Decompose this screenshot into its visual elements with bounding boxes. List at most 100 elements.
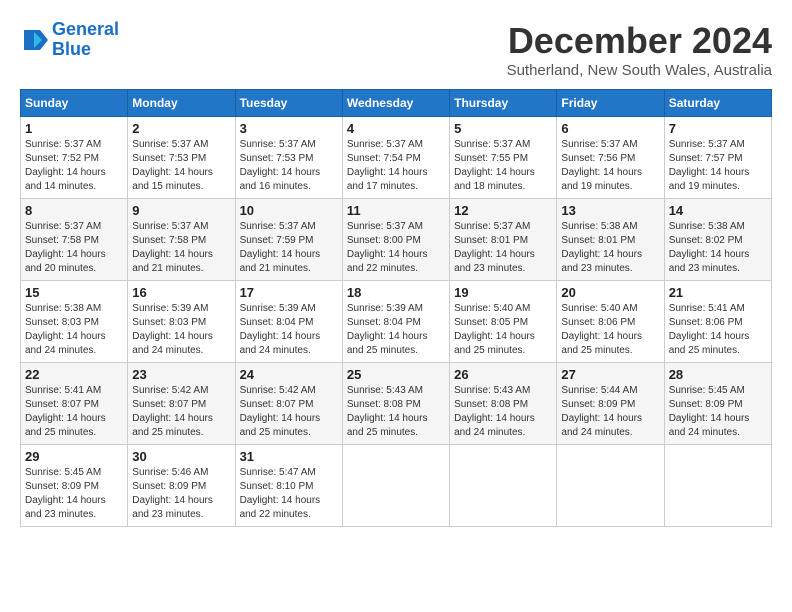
day-info: Sunrise: 5:37 AM Sunset: 8:01 PM Dayligh… — [454, 220, 552, 276]
day-number: 6 — [561, 121, 659, 136]
day-info: Sunrise: 5:38 AM Sunset: 8:01 PM Dayligh… — [561, 220, 659, 276]
day-number: 7 — [669, 121, 767, 136]
day-number: 11 — [347, 203, 445, 218]
day-info: Sunrise: 5:37 AM Sunset: 7:54 PM Dayligh… — [347, 138, 445, 194]
day-number: 23 — [132, 367, 230, 382]
header-monday: Monday — [128, 90, 235, 117]
day-info: Sunrise: 5:37 AM Sunset: 7:53 PM Dayligh… — [240, 138, 338, 194]
location: Sutherland, New South Wales, Australia — [507, 62, 772, 79]
calendar-cell: 2 Sunrise: 5:37 AM Sunset: 7:53 PM Daylig… — [128, 117, 235, 199]
calendar-cell: 16 Sunrise: 5:39 AM Sunset: 8:03 PM Dayli… — [128, 281, 235, 363]
day-info: Sunrise: 5:37 AM Sunset: 8:00 PM Dayligh… — [347, 220, 445, 276]
week-row-4: 22 Sunrise: 5:41 AM Sunset: 8:07 PM Dayli… — [21, 363, 772, 445]
day-info: Sunrise: 5:39 AM Sunset: 8:03 PM Dayligh… — [132, 302, 230, 358]
day-info: Sunrise: 5:37 AM Sunset: 7:52 PM Dayligh… — [25, 138, 123, 194]
calendar-cell: 5 Sunrise: 5:37 AM Sunset: 7:55 PM Daylig… — [450, 117, 557, 199]
day-number: 29 — [25, 449, 123, 464]
header-wednesday: Wednesday — [342, 90, 449, 117]
calendar-cell: 25Sunrise: 5:43 AM Sunset: 8:08 PM Dayli… — [342, 363, 449, 445]
day-info: Sunrise: 5:41 AM Sunset: 8:07 PM Dayligh… — [25, 384, 123, 440]
header-sunday: Sunday — [21, 90, 128, 117]
day-info: Sunrise: 5:38 AM Sunset: 8:02 PM Dayligh… — [669, 220, 767, 276]
day-info: Sunrise: 5:39 AM Sunset: 8:04 PM Dayligh… — [347, 302, 445, 358]
day-info: Sunrise: 5:40 AM Sunset: 8:05 PM Dayligh… — [454, 302, 552, 358]
day-info: Sunrise: 5:44 AM Sunset: 8:09 PM Dayligh… — [561, 384, 659, 440]
day-number: 20 — [561, 285, 659, 300]
calendar-cell — [664, 445, 771, 527]
week-row-3: 15Sunrise: 5:38 AM Sunset: 8:03 PM Dayli… — [21, 281, 772, 363]
calendar-cell: 13 Sunrise: 5:38 AM Sunset: 8:01 PM Dayli… — [557, 199, 664, 281]
day-number: 13 — [561, 203, 659, 218]
day-info: Sunrise: 5:37 AM Sunset: 7:58 PM Dayligh… — [25, 220, 123, 276]
week-row-1: 1 Sunrise: 5:37 AM Sunset: 7:52 PM Daylig… — [21, 117, 772, 199]
day-number: 14 — [669, 203, 767, 218]
day-info: Sunrise: 5:45 AM Sunset: 8:09 PM Dayligh… — [669, 384, 767, 440]
day-number: 24 — [240, 367, 338, 382]
day-number: 26 — [454, 367, 552, 382]
day-number: 12 — [454, 203, 552, 218]
day-number: 1 — [25, 121, 123, 136]
day-info: Sunrise: 5:37 AM Sunset: 7:53 PM Dayligh… — [132, 138, 230, 194]
calendar-cell: 30 Sunrise: 5:46 AM Sunset: 8:09 PM Dayli… — [128, 445, 235, 527]
calendar-cell: 7 Sunrise: 5:37 AM Sunset: 7:57 PM Daylig… — [664, 117, 771, 199]
logo: General Blue — [20, 20, 119, 60]
calendar-cell: 24 Sunrise: 5:42 AM Sunset: 8:07 PM Dayli… — [235, 363, 342, 445]
day-info: Sunrise: 5:42 AM Sunset: 8:07 PM Dayligh… — [240, 384, 338, 440]
day-number: 25 — [347, 367, 445, 382]
calendar-cell: 9 Sunrise: 5:37 AM Sunset: 7:58 PM Daylig… — [128, 199, 235, 281]
logo-icon — [20, 26, 48, 54]
day-info: Sunrise: 5:47 AM Sunset: 8:10 PM Dayligh… — [240, 466, 338, 522]
calendar-cell: 22 Sunrise: 5:41 AM Sunset: 8:07 PM Dayli… — [21, 363, 128, 445]
header-friday: Friday — [557, 90, 664, 117]
day-number: 19 — [454, 285, 552, 300]
day-info: Sunrise: 5:39 AM Sunset: 8:04 PM Dayligh… — [240, 302, 338, 358]
calendar-cell: 6Sunrise: 5:37 AM Sunset: 7:56 PM Daylig… — [557, 117, 664, 199]
day-number: 9 — [132, 203, 230, 218]
week-row-2: 8Sunrise: 5:37 AM Sunset: 7:58 PM Daylig… — [21, 199, 772, 281]
calendar-cell — [342, 445, 449, 527]
day-info: Sunrise: 5:40 AM Sunset: 8:06 PM Dayligh… — [561, 302, 659, 358]
calendar-cell — [557, 445, 664, 527]
calendar-cell: 19 Sunrise: 5:40 AM Sunset: 8:05 PM Dayli… — [450, 281, 557, 363]
day-info: Sunrise: 5:46 AM Sunset: 8:09 PM Dayligh… — [132, 466, 230, 522]
page-header: General Blue December 2024 Sutherland, N… — [20, 20, 772, 79]
day-info: Sunrise: 5:38 AM Sunset: 8:03 PM Dayligh… — [25, 302, 123, 358]
calendar-table: SundayMondayTuesdayWednesdayThursdayFrid… — [20, 89, 772, 527]
day-info: Sunrise: 5:43 AM Sunset: 8:08 PM Dayligh… — [454, 384, 552, 440]
calendar-cell: 11 Sunrise: 5:37 AM Sunset: 8:00 PM Dayli… — [342, 199, 449, 281]
day-number: 2 — [132, 121, 230, 136]
day-info: Sunrise: 5:37 AM Sunset: 7:59 PM Dayligh… — [240, 220, 338, 276]
day-info: Sunrise: 5:45 AM Sunset: 8:09 PM Dayligh… — [25, 466, 123, 522]
calendar-cell — [450, 445, 557, 527]
calendar-cell: 28 Sunrise: 5:45 AM Sunset: 8:09 PM Dayli… — [664, 363, 771, 445]
day-number: 10 — [240, 203, 338, 218]
calendar-cell: 10 Sunrise: 5:37 AM Sunset: 7:59 PM Dayli… — [235, 199, 342, 281]
day-info: Sunrise: 5:37 AM Sunset: 7:55 PM Dayligh… — [454, 138, 552, 194]
header-thursday: Thursday — [450, 90, 557, 117]
week-row-5: 29 Sunrise: 5:45 AM Sunset: 8:09 PM Dayli… — [21, 445, 772, 527]
header-tuesday: Tuesday — [235, 90, 342, 117]
title-section: December 2024 Sutherland, New South Wale… — [507, 20, 772, 79]
calendar-cell: 27 Sunrise: 5:44 AM Sunset: 8:09 PM Dayli… — [557, 363, 664, 445]
day-info: Sunrise: 5:37 AM Sunset: 7:58 PM Dayligh… — [132, 220, 230, 276]
calendar-cell: 29 Sunrise: 5:45 AM Sunset: 8:09 PM Dayli… — [21, 445, 128, 527]
logo-line2: Blue — [52, 39, 91, 59]
day-number: 27 — [561, 367, 659, 382]
calendar-cell: 31Sunrise: 5:47 AM Sunset: 8:10 PM Dayli… — [235, 445, 342, 527]
day-info: Sunrise: 5:37 AM Sunset: 7:57 PM Dayligh… — [669, 138, 767, 194]
day-number: 30 — [132, 449, 230, 464]
day-number: 3 — [240, 121, 338, 136]
calendar-cell: 15Sunrise: 5:38 AM Sunset: 8:03 PM Dayli… — [21, 281, 128, 363]
day-number: 5 — [454, 121, 552, 136]
day-number: 22 — [25, 367, 123, 382]
calendar-cell: 21Sunrise: 5:41 AM Sunset: 8:06 PM Dayli… — [664, 281, 771, 363]
day-number: 16 — [132, 285, 230, 300]
day-number: 17 — [240, 285, 338, 300]
calendar-cell: 14 Sunrise: 5:38 AM Sunset: 8:02 PM Dayli… — [664, 199, 771, 281]
day-number: 18 — [347, 285, 445, 300]
month-title: December 2024 — [507, 20, 772, 62]
logo-line1: General — [52, 19, 119, 39]
calendar-cell: 3 Sunrise: 5:37 AM Sunset: 7:53 PM Daylig… — [235, 117, 342, 199]
day-number: 28 — [669, 367, 767, 382]
day-number: 4 — [347, 121, 445, 136]
